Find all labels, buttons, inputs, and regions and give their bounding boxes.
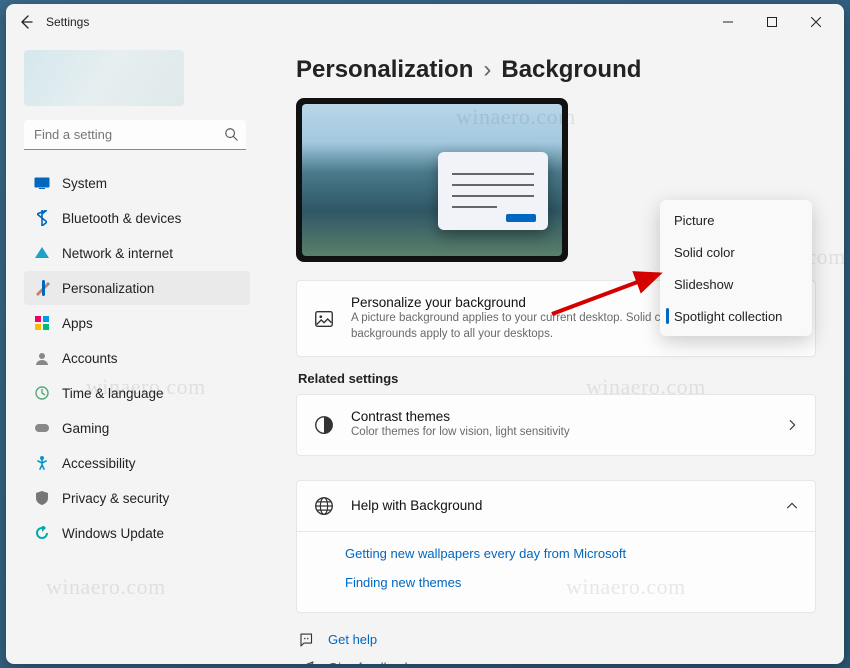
apps-icon [34, 315, 50, 331]
sidebar: System Bluetooth & devices Network & inter… [6, 40, 256, 664]
background-type-dropdown: PictureSolid colorSlideshowSpotlight col… [660, 200, 812, 336]
nav-label: Accessibility [62, 456, 136, 471]
breadcrumb-parent[interactable]: Personalization [296, 56, 473, 84]
minimize-icon [723, 17, 733, 27]
personalization-icon [34, 280, 50, 296]
profile-card[interactable] [24, 50, 184, 106]
search-input[interactable] [24, 120, 246, 150]
nav-label: Time & language [62, 386, 164, 401]
dropdown-option-solid-color[interactable]: Solid color [664, 236, 808, 268]
system-icon [34, 175, 50, 191]
help-icon [298, 631, 316, 649]
nav-label: Privacy & security [62, 491, 169, 506]
breadcrumb-current: Background [501, 56, 641, 84]
search-icon [224, 127, 238, 141]
maximize-icon [767, 17, 777, 27]
nav-label: Windows Update [62, 526, 164, 541]
sidebar-item-time-language[interactable]: Time & language [24, 376, 250, 410]
minimize-button[interactable] [706, 7, 750, 37]
related-settings-label: Related settings [298, 371, 816, 386]
main-content: Personalization › Background Personalize [256, 40, 844, 664]
nav-label: System [62, 176, 107, 191]
give-feedback-link[interactable]: Give feedback [328, 660, 411, 664]
close-button[interactable] [794, 7, 838, 37]
preview-dialog [438, 152, 548, 230]
get-help-link[interactable]: Get help [328, 632, 377, 647]
nav-label: Personalization [62, 281, 154, 296]
image-icon [313, 308, 335, 330]
chevron-right-icon: › [483, 56, 491, 84]
sidebar-item-privacy-security[interactable]: Privacy & security [24, 481, 250, 515]
privacy-icon [34, 490, 50, 506]
time-icon [34, 385, 50, 401]
sidebar-item-network-internet[interactable]: Network & internet [24, 236, 250, 270]
window-title: Settings [46, 15, 89, 29]
sidebar-item-personalization[interactable]: Personalization [24, 271, 250, 305]
breadcrumb: Personalization › Background [296, 56, 816, 84]
titlebar: Settings [6, 4, 844, 40]
back-button[interactable] [12, 8, 40, 36]
nav-label: Network & internet [62, 246, 173, 261]
sidebar-item-accounts[interactable]: Accounts [24, 341, 250, 375]
nav-label: Accounts [62, 351, 118, 366]
desktop-preview [296, 98, 568, 262]
accessibility-icon [34, 455, 50, 471]
network-icon [34, 245, 50, 261]
sidebar-item-system[interactable]: System [24, 166, 250, 200]
sidebar-item-accessibility[interactable]: Accessibility [24, 446, 250, 480]
gaming-icon [34, 420, 50, 436]
arrow-left-icon [18, 14, 34, 30]
help-link[interactable]: Finding new themes [345, 575, 815, 590]
chevron-right-icon[interactable] [785, 418, 799, 432]
dropdown-option-picture[interactable]: Picture [664, 204, 808, 236]
dropdown-option-spotlight-collection[interactable]: Spotlight collection [664, 300, 808, 332]
sidebar-item-gaming[interactable]: Gaming [24, 411, 250, 445]
maximize-button[interactable] [750, 7, 794, 37]
chevron-up-icon[interactable] [785, 499, 799, 513]
contrast-icon [313, 414, 335, 436]
nav-label: Apps [62, 316, 93, 331]
card-title: Contrast themes [351, 409, 769, 424]
bluetooth-icon [34, 210, 50, 226]
sidebar-item-apps[interactable]: Apps [24, 306, 250, 340]
nav-label: Bluetooth & devices [62, 211, 181, 226]
close-icon [811, 17, 821, 27]
preview-wallpaper [302, 104, 562, 256]
help-with-background-card[interactable]: Help with Background [296, 480, 816, 532]
help-link[interactable]: Getting new wallpapers every day from Mi… [345, 546, 815, 561]
dropdown-option-slideshow[interactable]: Slideshow [664, 268, 808, 300]
contrast-themes-card[interactable]: Contrast themes Color themes for low vis… [296, 394, 816, 456]
sidebar-item-bluetooth-devices[interactable]: Bluetooth & devices [24, 201, 250, 235]
sidebar-item-windows-update[interactable]: Windows Update [24, 516, 250, 550]
nav-list: System Bluetooth & devices Network & inter… [24, 166, 250, 550]
accounts-icon [34, 350, 50, 366]
card-title: Help with Background [351, 498, 769, 513]
globe-icon [313, 495, 335, 517]
update-icon [34, 525, 50, 541]
feedback-icon [298, 659, 316, 664]
nav-label: Gaming [62, 421, 109, 436]
card-description: Color themes for low vision, light sensi… [351, 425, 769, 441]
settings-window: Settings System Bluetooth & devices Networ… [6, 4, 844, 664]
